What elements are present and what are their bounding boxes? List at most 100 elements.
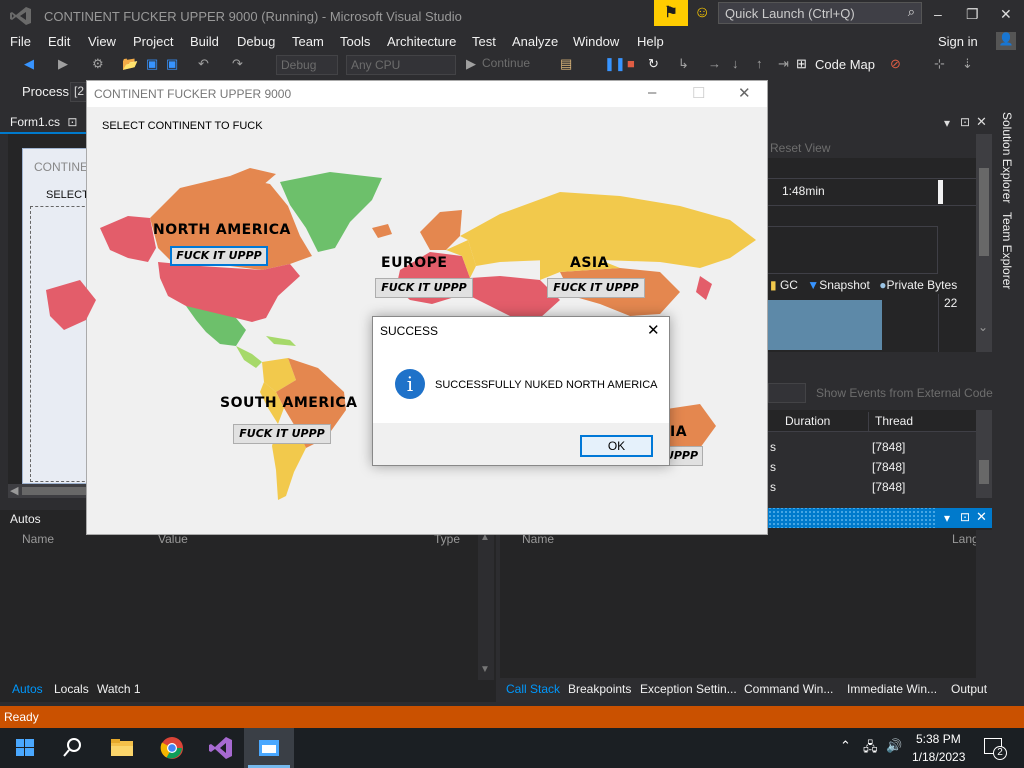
restore-icon[interactable]: ❐ — [966, 6, 979, 23]
show-external-code-toggle[interactable]: Show Events from External Code — [816, 386, 993, 400]
search-icon[interactable] — [57, 734, 87, 762]
tab-team-explorer[interactable]: Team Explorer — [1000, 212, 1014, 289]
step-icon[interactable]: ⇥ — [778, 56, 789, 72]
volume-icon[interactable]: 🔊 — [886, 738, 902, 754]
timeline-marker[interactable] — [938, 180, 943, 204]
toolbar-extra-icon[interactable]: ⊹ — [934, 56, 945, 72]
column-duration[interactable]: Duration — [785, 414, 830, 428]
tab-call-stack[interactable]: Call Stack — [506, 682, 560, 696]
restart-icon[interactable]: ↻ — [648, 56, 659, 72]
file-explorer-icon[interactable] — [107, 734, 137, 762]
events-filter-combo[interactable] — [768, 383, 806, 403]
form-minimize-icon[interactable]: – — [648, 84, 656, 101]
step-out-icon[interactable]: ↑ — [756, 56, 763, 71]
menu-help[interactable]: Help — [637, 34, 664, 49]
show-next-statement-icon[interactable]: ↳ — [678, 56, 689, 72]
step-over-icon[interactable]: ↓ — [732, 56, 739, 71]
tab-exception-settings[interactable]: Exception Settin... — [640, 682, 737, 696]
table-row[interactable]: s [7848] — [768, 460, 976, 480]
fuck-europe-button[interactable]: FUCK IT UPPP — [375, 278, 473, 298]
column-thread[interactable]: Thread — [875, 414, 913, 428]
call-stack-vertical-scrollbar[interactable] — [976, 530, 992, 678]
sign-in-link[interactable]: Sign in — [938, 34, 978, 49]
windows-start-icon[interactable] — [10, 734, 40, 762]
tab-solution-explorer[interactable]: Solution Explorer — [1000, 112, 1014, 203]
menu-analyze[interactable]: Analyze — [512, 34, 558, 49]
menu-view[interactable]: View — [88, 34, 116, 49]
tab-breakpoints[interactable]: Breakpoints — [568, 682, 631, 696]
save-all-icon[interactable]: ▣ — [166, 56, 178, 72]
scrollbar-thumb[interactable] — [979, 460, 989, 484]
fuck-asia-button[interactable]: FUCK IT UPPP — [547, 278, 645, 298]
open-folder-icon[interactable]: 📂 — [122, 56, 138, 72]
table-row[interactable]: s [7848] — [768, 480, 976, 500]
events-vertical-scrollbar[interactable] — [976, 410, 992, 498]
menu-tools[interactable]: Tools — [340, 34, 370, 49]
back-icon[interactable]: ◀ — [24, 56, 34, 72]
scroll-down-icon[interactable]: ▼ — [480, 664, 490, 675]
toolbar-overflow-icon[interactable]: ⇣ — [962, 56, 973, 72]
menu-edit[interactable]: Edit — [48, 34, 70, 49]
network-icon[interactable]: 🖧 — [863, 738, 878, 760]
pane-close-icon[interactable]: ✕ — [976, 114, 987, 130]
redo-icon[interactable]: ↷ — [232, 56, 243, 72]
pane-pin-icon[interactable]: ⊡ — [960, 510, 970, 524]
smiley-feedback-icon[interactable]: ☺ — [694, 4, 710, 22]
column-name[interactable]: Name — [22, 532, 54, 546]
tab-form1-cs[interactable]: Form1.cs ⊡ — [4, 112, 84, 132]
table-row[interactable]: s [7848] — [768, 440, 976, 460]
clock-time[interactable]: 5:38 PM — [916, 732, 961, 746]
tab-autos[interactable]: Autos — [12, 682, 43, 696]
tab-immediate-window[interactable]: Immediate Win... — [847, 682, 937, 696]
tray-chevron-icon[interactable]: ⌃ — [840, 738, 851, 754]
close-icon[interactable]: ✕ — [1000, 6, 1012, 23]
scroll-left-icon[interactable]: ◀ — [10, 484, 18, 497]
code-map-icon[interactable]: ⊞ — [796, 56, 807, 72]
tab-output[interactable]: Output — [951, 682, 987, 696]
menu-test[interactable]: Test — [472, 34, 496, 49]
chrome-icon[interactable] — [157, 734, 187, 762]
pane-pin-icon[interactable]: ⊡ — [960, 115, 970, 129]
pause-icon[interactable]: ❚❚ — [604, 56, 626, 72]
menu-window[interactable]: Window — [573, 34, 619, 49]
step-into-icon[interactable]: → — [708, 56, 721, 71]
quick-launch-input[interactable]: Quick Launch (Ctrl+Q) ⌕ — [718, 2, 922, 24]
attach-icon[interactable]: ▤ — [560, 56, 572, 72]
breakpoint-toggle-icon[interactable]: ⊘ — [890, 56, 901, 72]
platform-combo[interactable]: Any CPU — [346, 55, 456, 75]
pane-dropdown-icon[interactable]: ▾ — [944, 511, 950, 525]
fuck-south-america-button[interactable]: FUCK IT UPPP — [233, 424, 331, 444]
form-close-icon[interactable]: ✕ — [738, 84, 751, 102]
config-combo[interactable]: Debug — [276, 55, 338, 75]
column-language[interactable]: Lang — [952, 532, 979, 546]
undo-icon[interactable]: ↶ — [198, 56, 209, 72]
tab-watch-1[interactable]: Watch 1 — [97, 682, 141, 696]
dialog-close-icon[interactable]: ✕ — [647, 321, 660, 339]
fuck-north-america-button[interactable]: FUCK IT UPPP — [170, 246, 268, 266]
continue-button[interactable]: Continue — [482, 56, 530, 70]
minimize-icon[interactable]: – — [934, 6, 942, 22]
pin-icon[interactable]: ⊡ — [67, 115, 77, 129]
column-divider[interactable] — [868, 412, 869, 432]
save-icon[interactable]: ▣ — [146, 56, 158, 72]
pane-dropdown-icon[interactable]: ▾ — [944, 116, 950, 130]
clock-date[interactable]: 1/18/2023 — [912, 750, 965, 764]
reset-view-button[interactable]: Reset View — [770, 141, 830, 155]
menu-build[interactable]: Build — [190, 34, 219, 49]
form-app-icon[interactable] — [254, 734, 284, 762]
menu-team[interactable]: Team — [292, 34, 324, 49]
autos-vertical-scrollbar[interactable] — [478, 530, 494, 680]
scroll-down-icon[interactable]: ⌄ — [978, 320, 988, 334]
pane-close-icon[interactable]: ✕ — [976, 509, 987, 525]
visual-studio-icon[interactable] — [206, 734, 236, 762]
solution-icon[interactable]: ⚙ — [92, 56, 104, 72]
scrollbar-thumb[interactable] — [979, 168, 989, 256]
feedback-flag-icon[interactable]: ⚑ — [654, 0, 688, 26]
tab-locals[interactable]: Locals — [54, 682, 89, 696]
account-icon[interactable]: 👤 — [996, 32, 1016, 50]
menu-architecture[interactable]: Architecture — [387, 34, 456, 49]
header-grip[interactable] — [768, 508, 936, 528]
forward-icon[interactable]: ▶ — [58, 56, 68, 72]
continue-icon[interactable]: ▶ — [466, 56, 476, 72]
menu-debug[interactable]: Debug — [237, 34, 275, 49]
